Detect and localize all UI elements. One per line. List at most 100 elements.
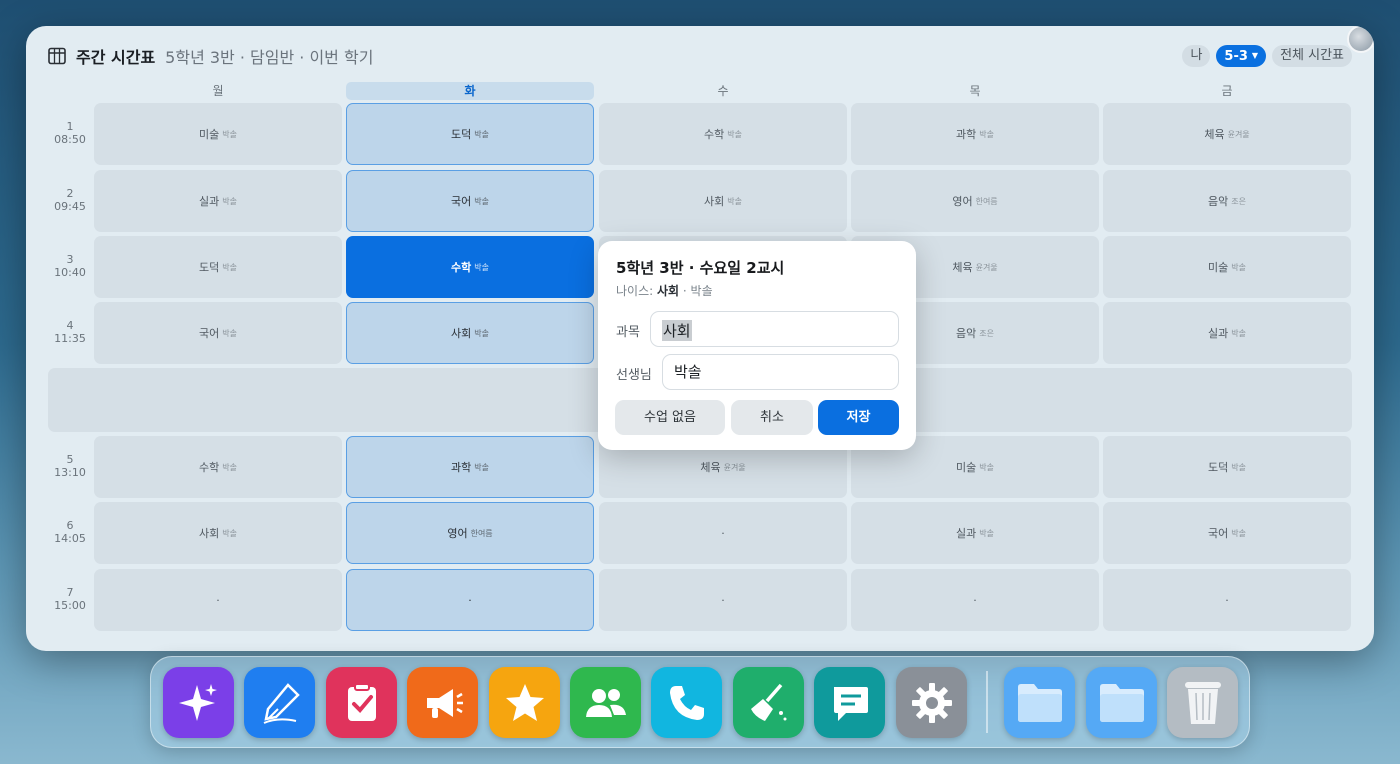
cell-teacher: 박솔 (222, 328, 237, 338)
trash-icon[interactable] (1167, 667, 1238, 738)
period-number: 3 (66, 253, 74, 266)
chat-icon[interactable] (814, 667, 885, 738)
cell-subject: 실과 (1208, 327, 1229, 340)
cell-teacher: 박솔 (1231, 528, 1246, 538)
cell-subject: 사회 (199, 527, 220, 540)
timetable-cell[interactable]: 수학 박솔 (599, 103, 847, 165)
timetable-cell[interactable]: 도덕 박솔 (346, 103, 594, 165)
view-tabs: 나 5-3 ▼ 전체 시간표 (1182, 45, 1352, 67)
cell-subject: 수학 (704, 128, 725, 141)
cell-teacher: 박솔 (474, 196, 489, 206)
timetable-cell[interactable]: 국어 박솔 (346, 170, 594, 232)
phone-icon[interactable] (651, 667, 722, 738)
timetable-cell[interactable]: 도덕 박솔 (1103, 436, 1351, 498)
cell-subject: 도덕 (451, 128, 472, 141)
title-bar: 주간 시간표 5학년 3반 · 담임반 · 이번 학기 (48, 44, 373, 68)
timetable-cell[interactable]: 사회 박솔 (346, 302, 594, 364)
timetable-cell[interactable]: · (1103, 569, 1351, 631)
cell-subject: 미술 (199, 128, 220, 141)
cell-subject: · (721, 526, 725, 540)
folder-icon[interactable] (1086, 667, 1157, 738)
cell-subject: 도덕 (1208, 461, 1229, 474)
cell-teacher: 박솔 (727, 196, 742, 206)
timetable-cell[interactable]: 과학 박솔 (851, 103, 1099, 165)
table-icon (48, 47, 66, 65)
megaphone-icon[interactable] (407, 667, 478, 738)
timetable-cell[interactable]: 국어 박솔 (1103, 502, 1351, 564)
cell-teacher: 조은 (1231, 196, 1246, 206)
period-number: 5 (66, 453, 74, 466)
cell-subject: 체육 (700, 461, 721, 474)
timetable-cell[interactable]: 사회 박솔 (94, 502, 342, 564)
timetable-cell[interactable]: 사회 박솔 (599, 170, 847, 232)
timetable-cell[interactable]: · (346, 569, 594, 631)
cell-teacher: 윤겨울 (723, 462, 746, 472)
broom-icon[interactable] (733, 667, 804, 738)
pen-icon[interactable] (244, 667, 315, 738)
edit-lesson-popup: 5학년 3반 · 수요일 2교시 나이스: 사회 · 박솔 과목 선생님 박솔 … (598, 241, 916, 450)
timetable-cell[interactable]: 도덕 박솔 (94, 236, 342, 298)
cell-subject: 실과 (956, 527, 977, 540)
cell-teacher: 박솔 (474, 262, 489, 272)
timetable-cell[interactable]: · (599, 502, 847, 564)
timetable-cell[interactable]: 미술 박솔 (1103, 236, 1351, 298)
period-number: 2 (66, 187, 74, 200)
tab-class-dropdown[interactable]: 5-3 ▼ (1216, 45, 1267, 67)
cancel-button[interactable]: 취소 (731, 400, 813, 435)
timetable-cell[interactable]: 영어 한여름 (851, 170, 1099, 232)
tab-full-timetable[interactable]: 전체 시간표 (1272, 45, 1352, 67)
subject-field-value: 사회 (662, 320, 692, 341)
cell-teacher: 박솔 (727, 129, 742, 139)
gear-icon[interactable] (896, 667, 967, 738)
star-icon[interactable] (489, 667, 560, 738)
teacher-field[interactable]: 박솔 (662, 354, 899, 390)
cell-teacher: 박솔 (979, 528, 994, 538)
period-label: 3 10:40 (48, 253, 92, 279)
folder-icon[interactable] (1004, 667, 1075, 738)
period-time: 08:50 (54, 133, 86, 146)
save-button[interactable]: 저장 (818, 400, 899, 435)
period-number: 4 (66, 319, 74, 332)
timetable-cell[interactable]: 수학 박솔 (94, 436, 342, 498)
sparkle-icon[interactable] (163, 667, 234, 738)
timetable-cell[interactable]: 과학 박솔 (346, 436, 594, 498)
cell-teacher: 박솔 (222, 262, 237, 272)
day-header-thu: 목 (969, 84, 981, 98)
timetable-cell[interactable]: 실과 박솔 (94, 170, 342, 232)
tab-me[interactable]: 나 (1182, 45, 1211, 67)
timetable-cell[interactable]: · (851, 569, 1099, 631)
timetable-cell[interactable]: 음악 조은 (1103, 170, 1351, 232)
timetable-cell[interactable]: · (599, 569, 847, 631)
timetable-cell[interactable]: 실과 박솔 (1103, 302, 1351, 364)
cell-subject: 과학 (451, 461, 472, 474)
timetable-cell[interactable]: 국어 박솔 (94, 302, 342, 364)
cell-teacher: 박솔 (1231, 328, 1246, 338)
checklist-icon[interactable] (326, 667, 397, 738)
cell-subject: · (216, 593, 220, 607)
neis-subject: 사회 (657, 284, 680, 298)
period-number: 7 (66, 586, 74, 599)
cell-teacher: 조은 (979, 328, 994, 338)
cell-teacher: 한여름 (975, 196, 998, 206)
timetable-cell[interactable]: · (94, 569, 342, 631)
cell-subject: 국어 (1208, 527, 1229, 540)
timetable-cell[interactable]: 수학 박솔 (346, 236, 594, 298)
timetable-cell[interactable]: 체육 윤겨울 (1103, 103, 1351, 165)
timetable-cell[interactable]: 영어 한여름 (346, 502, 594, 564)
cell-subject: · (468, 593, 472, 607)
timetable-cell[interactable]: 미술 박솔 (94, 103, 342, 165)
chevron-down-icon: ▼ (1251, 51, 1259, 60)
cell-subject: 사회 (451, 327, 472, 340)
cell-subject: 국어 (451, 195, 472, 208)
popup-title: 5학년 3반 · 수요일 2교시 (616, 259, 785, 277)
people-icon[interactable] (570, 667, 641, 738)
timetable-cell[interactable]: 실과 박솔 (851, 502, 1099, 564)
no-class-button[interactable]: 수업 없음 (615, 400, 725, 435)
teacher-label: 선생님 (616, 368, 652, 383)
cell-teacher: 박솔 (979, 462, 994, 472)
page-title: 주간 시간표 (76, 48, 156, 67)
cell-subject: 수학 (451, 261, 472, 274)
cell-teacher: 한여름 (470, 528, 493, 538)
period-time: 15:00 (54, 599, 86, 612)
cell-subject: 체육 (1204, 128, 1225, 141)
